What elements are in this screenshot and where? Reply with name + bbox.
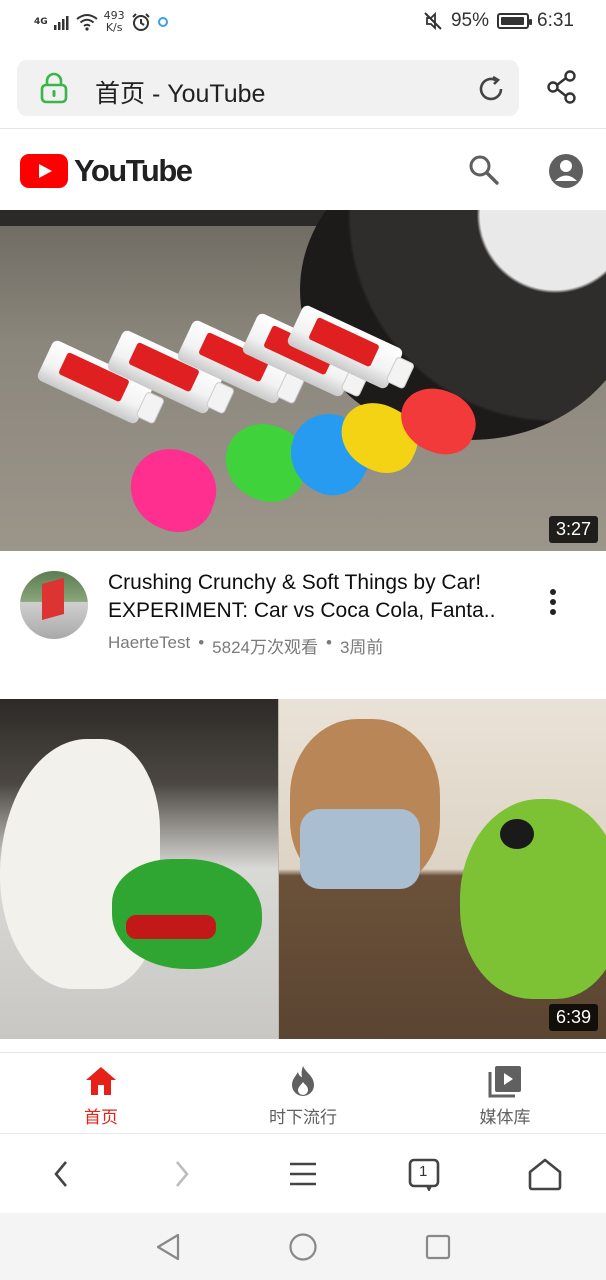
chevron-left-icon bbox=[54, 1161, 67, 1187]
battery-percent: 95% bbox=[450, 10, 490, 31]
triangle-back-icon bbox=[156, 1233, 180, 1261]
nav-library-label: 媒体库 bbox=[479, 1108, 531, 1128]
menu-icon bbox=[290, 1162, 316, 1186]
thumbnail-dog bbox=[290, 719, 440, 889]
video-title[interactable]: Crushing Crunchy & Soft Things by Car! E… bbox=[108, 569, 538, 625]
header-divider bbox=[0, 128, 606, 129]
more-options-icon[interactable] bbox=[544, 589, 562, 623]
share-icon[interactable] bbox=[546, 70, 578, 104]
battery-fill bbox=[501, 17, 524, 25]
view-count: 5824万次观看 bbox=[212, 638, 318, 657]
video-subtitle: HaerteTest • 5824万次观看 • 3周前 bbox=[108, 633, 383, 658]
nav-trending[interactable]: 时下流行 bbox=[243, 1063, 363, 1128]
home-icon bbox=[86, 1067, 116, 1095]
alarm-icon bbox=[131, 13, 150, 31]
browser-toolbar: 1 bbox=[0, 1133, 606, 1213]
tabs-button[interactable]: 1 bbox=[404, 1154, 444, 1194]
nav-trending-label: 时下流行 bbox=[269, 1108, 337, 1128]
thumbnail-balloon bbox=[118, 437, 228, 543]
nav-library[interactable]: 媒体库 bbox=[445, 1063, 565, 1128]
net-speed-unit: K/s bbox=[105, 21, 123, 34]
flame-icon bbox=[292, 1066, 314, 1096]
wifi-icon bbox=[76, 14, 98, 31]
clock: 6:31 bbox=[537, 10, 574, 31]
channel-avatar[interactable] bbox=[20, 571, 88, 639]
video-duration: 3:27 bbox=[548, 516, 598, 543]
chevron-right-icon bbox=[176, 1161, 189, 1187]
video-duration: 6:39 bbox=[548, 1004, 598, 1031]
youtube-logo[interactable]: YouTube bbox=[20, 153, 193, 189]
youtube-bottom-nav: 首页 时下流行 媒体库 bbox=[0, 1052, 606, 1132]
tab-count: 1 bbox=[419, 1163, 428, 1180]
separator: • bbox=[325, 633, 332, 652]
youtube-header: YouTube bbox=[0, 130, 606, 210]
video-title-line2[interactable]: EXPERIMENT: Car vs Coca Cola, Fanta.. bbox=[108, 597, 538, 625]
square-recents-icon bbox=[425, 1234, 451, 1260]
lock-icon bbox=[40, 72, 68, 104]
cell-signal-icon bbox=[53, 16, 69, 30]
net-speed: 493 K/s bbox=[104, 10, 125, 34]
signal-label: 4G bbox=[34, 17, 48, 27]
youtube-play-icon bbox=[20, 154, 68, 188]
library-icon bbox=[488, 1066, 521, 1098]
thumbnail-plush-toy bbox=[460, 799, 606, 999]
forward-button[interactable] bbox=[162, 1154, 202, 1194]
reload-icon[interactable] bbox=[475, 73, 507, 105]
nav-home-label: 首页 bbox=[84, 1108, 118, 1128]
system-back-button[interactable] bbox=[152, 1231, 184, 1263]
address-bar[interactable]: 首页 - YouTube bbox=[17, 60, 519, 116]
circle-home-icon bbox=[289, 1233, 317, 1261]
youtube-wordmark: YouTube bbox=[74, 153, 193, 188]
search-icon[interactable] bbox=[466, 152, 502, 188]
browser-home-icon bbox=[528, 1158, 562, 1191]
status-bar: 4G 493 K/s 95% 6:31 bbox=[0, 0, 606, 46]
account-icon[interactable] bbox=[547, 152, 585, 190]
separator: • bbox=[198, 633, 205, 652]
status-left: 4G 493 K/s bbox=[34, 10, 169, 34]
channel-name: HaerteTest bbox=[108, 633, 191, 652]
status-right: 95% 6:31 bbox=[423, 10, 574, 32]
system-recents-button[interactable] bbox=[422, 1231, 454, 1263]
mute-icon bbox=[424, 11, 442, 31]
video-thumbnail[interactable]: 3:27 bbox=[0, 210, 606, 551]
upload-age: 3周前 bbox=[339, 638, 384, 657]
system-nav-bar bbox=[0, 1213, 606, 1280]
home-button[interactable] bbox=[525, 1154, 565, 1194]
video-metadata: Crushing Crunchy & Soft Things by Car! E… bbox=[0, 551, 606, 699]
back-button[interactable] bbox=[41, 1154, 81, 1194]
app-notification-icon bbox=[157, 17, 168, 27]
menu-button[interactable] bbox=[283, 1154, 323, 1194]
system-home-button[interactable] bbox=[287, 1231, 319, 1263]
nav-home[interactable]: 首页 bbox=[41, 1063, 161, 1128]
thumbnail-crocodile-toy bbox=[112, 859, 262, 969]
video-thumbnail[interactable]: 6:39 bbox=[0, 699, 606, 1039]
video-title-line1[interactable]: Crushing Crunchy & Soft Things by Car! bbox=[108, 569, 538, 597]
battery-icon bbox=[497, 13, 533, 29]
address-text[interactable]: 首页 - YouTube bbox=[95, 74, 265, 110]
